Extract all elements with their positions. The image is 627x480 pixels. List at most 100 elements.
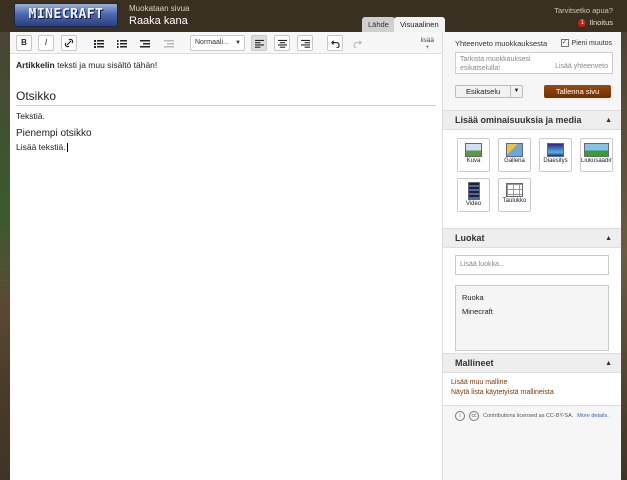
numbered-list-button[interactable]	[114, 35, 130, 51]
content-paragraph-1: Tekstiä.	[16, 111, 45, 121]
numbered-list-icon	[117, 40, 127, 48]
format-dropdown-value: Normaali...	[195, 39, 229, 46]
category-item[interactable]: Minecraft	[462, 305, 602, 319]
notification-badge: 1	[578, 18, 587, 27]
used-templates-link[interactable]: Näytä lista käytetyistä mallineista	[451, 388, 613, 398]
media-label-video: Video	[465, 201, 482, 207]
help-link[interactable]: Tarvitsetko apua?	[554, 6, 613, 15]
align-center-button[interactable]	[274, 35, 290, 51]
summary-input[interactable]: Tarkista muokkauksesi esikatselulla! Lis…	[455, 52, 613, 74]
align-left-button[interactable]	[251, 35, 267, 51]
save-button[interactable]: Tallenna sivu	[544, 85, 611, 98]
editor-panel: B I Normaali... ▼ lisää + Artikkelin tek…	[10, 32, 442, 480]
italic-button[interactable]: I	[38, 35, 54, 51]
preview-label: Esikatselu	[466, 87, 501, 96]
minor-edit-checkbox[interactable]: ✓ Pieni muutos	[560, 39, 612, 47]
categories-panel: Lisää luokka... Ruoka Minecraft	[443, 248, 621, 353]
redo-button[interactable]	[349, 35, 365, 51]
more-button[interactable]: lisää +	[421, 37, 434, 51]
wiki-logo[interactable]: MINECRAFT	[14, 3, 118, 27]
notifications-link[interactable]: 1 Ilnoitus	[578, 18, 613, 27]
more-label: lisää	[420, 37, 434, 44]
page-title: Raaka kana	[129, 15, 188, 27]
summary-box: Yhteenveto muokkauksesta ✓ Pieni muutos …	[443, 32, 621, 110]
checkbox-checked-icon: ✓	[560, 39, 569, 47]
background-right	[621, 30, 627, 480]
slideshow-icon	[547, 143, 564, 157]
content-paragraph-2: Lisää tekstiä.	[16, 142, 436, 153]
media-gallery-button[interactable]: Galleria	[498, 138, 531, 172]
categories-section-title: Luokat	[455, 233, 485, 243]
undo-button[interactable]	[327, 35, 343, 51]
align-right-icon	[300, 39, 310, 48]
categories-section-header[interactable]: Luokat ▲	[443, 228, 621, 248]
slider-icon	[584, 143, 609, 157]
media-section-title: Lisää ominaisuuksia ja media	[455, 115, 582, 125]
media-label-slideshow: Diaesitys	[543, 158, 568, 164]
redo-icon	[352, 40, 362, 49]
editor-toolbar: B I Normaali... ▼ lisää +	[10, 32, 442, 54]
editing-label: Muokataan sivua	[129, 4, 190, 13]
paragraph-2-text: Lisää tekstiä.	[16, 142, 66, 152]
video-icon	[467, 182, 480, 200]
preview-button[interactable]: Esikatselu ▼	[455, 85, 523, 98]
link-button[interactable]	[61, 35, 77, 51]
templates-section-header[interactable]: Mallineet ▲	[443, 353, 621, 373]
photo-icon	[465, 143, 482, 157]
bullet-list-button[interactable]	[91, 35, 107, 51]
media-label-slider: Liukusäädin	[581, 158, 612, 164]
media-slider-button[interactable]: Liukusäädin	[580, 138, 613, 172]
tab-visual[interactable]: Visuaalinen	[394, 17, 445, 32]
intro-paragraph: Artikkelin teksti ja muu sisältö tähän!	[16, 60, 436, 71]
media-table-button[interactable]: Taulukko	[498, 178, 531, 212]
align-right-button[interactable]	[297, 35, 313, 51]
media-section-header[interactable]: Lisää ominaisuuksia ja media ▲	[443, 110, 621, 130]
media-slideshow-button[interactable]: Diaesitys	[539, 138, 572, 172]
license-footer: i cc Contributions licensed as CC-BY-SA.…	[443, 405, 621, 425]
chevron-down-icon: ▼	[235, 40, 241, 46]
editor-content[interactable]: Artikkelin teksti ja muu sisältö tähän! …	[10, 54, 442, 159]
collapse-triangle-icon: ▲	[605, 235, 612, 242]
media-label-table: Taulukko	[502, 198, 527, 204]
media-label-image: Kuva	[466, 158, 481, 164]
tab-source[interactable]: Lähde	[362, 17, 395, 32]
undo-icon	[330, 40, 340, 49]
editor-sidebar: Yhteenveto muokkauksesta ✓ Pieni muutos …	[442, 32, 621, 480]
license-more-link[interactable]: More details.	[577, 413, 609, 419]
bullet-list-icon	[94, 40, 104, 48]
table-icon	[506, 183, 523, 197]
outdent-icon	[140, 40, 150, 48]
minor-edit-label: Pieni muutos	[571, 39, 612, 47]
category-item[interactable]: Ruoka	[462, 291, 602, 305]
license-text: Contributions licensed as CC-BY-SA.	[483, 412, 574, 419]
media-image-button[interactable]: Kuva	[457, 138, 490, 172]
align-left-icon	[254, 39, 264, 48]
align-center-icon	[277, 39, 287, 48]
summary-placeholder: Tarkista muokkauksesi esikatselulla!	[460, 56, 531, 72]
add-template-link[interactable]: Lisää muu malline	[451, 378, 613, 388]
intro-text: teksti ja muu sisältö tähän!	[54, 60, 158, 70]
link-icon	[64, 38, 74, 48]
notifications-label: Ilnoitus	[589, 18, 613, 27]
intro-bold: Artikkelin	[16, 60, 55, 70]
media-label-gallery: Galleria	[504, 158, 525, 164]
header-bar: MINECRAFT Muokataan sivua Raaka kana Tar…	[0, 0, 627, 32]
collapse-triangle-icon: ▲	[605, 360, 612, 367]
logo-text: MINECRAFT	[28, 7, 104, 22]
media-panel: Kuva Galleria Diaesitys Liukusäädin Vide…	[443, 130, 621, 228]
format-dropdown[interactable]: Normaali... ▼	[190, 35, 245, 51]
chevron-down-icon[interactable]: ▼	[510, 86, 522, 97]
indent-button[interactable]	[161, 35, 177, 51]
category-list: Ruoka Minecraft	[455, 285, 609, 351]
plus-icon: +	[425, 44, 430, 51]
templates-panel: Lisää muu malline Näytä lista käytetyist…	[443, 373, 621, 405]
bold-button[interactable]: B	[16, 35, 32, 51]
media-video-button[interactable]: Video	[457, 178, 490, 212]
text-cursor	[66, 143, 68, 153]
outdent-button[interactable]	[137, 35, 153, 51]
indent-icon	[164, 40, 174, 48]
collapse-triangle-icon: ▲	[605, 117, 612, 124]
templates-section-title: Mallineet	[455, 358, 494, 368]
content-subheading: Pienempi otsikko	[16, 128, 92, 139]
category-input[interactable]: Lisää luokka...	[455, 255, 609, 275]
